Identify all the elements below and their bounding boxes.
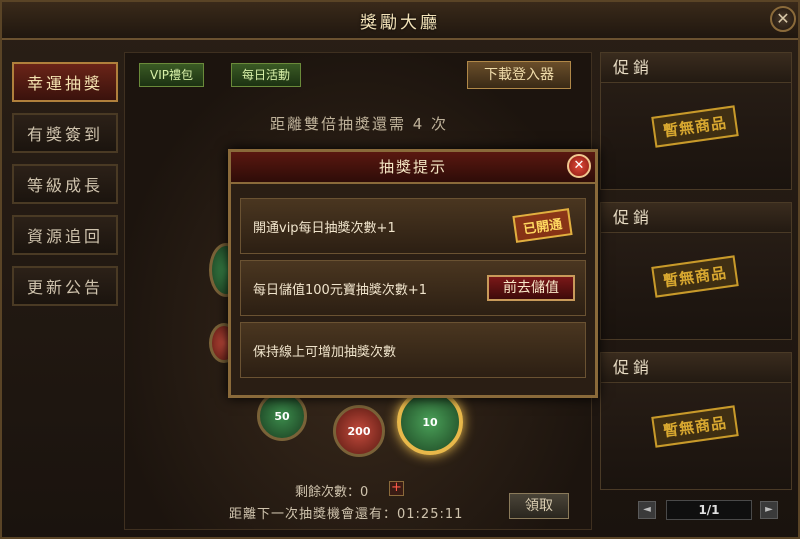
title-bar: 獎勵大廳 ✕ (2, 2, 798, 40)
no-items-stamp: 暫無商品 (651, 255, 739, 298)
sidebar-item-lucky-draw[interactable]: 幸運抽獎 (12, 62, 118, 102)
prize-coin-50: 50 (257, 391, 307, 441)
close-icon[interactable]: ✕ (770, 6, 796, 32)
next-chance-timer: 距離下一次抽獎機會還有：01:25:11 (229, 507, 464, 522)
sidebar-item-update-notice[interactable]: 更新公告 (12, 266, 118, 306)
double-draw-counter: 距離雙倍抽獎還需 4 次 (269, 115, 449, 133)
activated-stamp: 已開通 (512, 208, 573, 243)
prize-coin-200: 200 (333, 405, 385, 457)
reward-hall-window: 獎勵大廳 ✕ 幸運抽獎 有獎簽到 等級成長 資源追回 更新公告 VIP禮包 每日… (0, 0, 800, 539)
sidebar-item-level-growth[interactable]: 等級成長 (12, 164, 118, 204)
vip-gift-button[interactable]: VIP禮包 (139, 63, 204, 87)
tip-text: 開通vip每日抽獎次數+1 (253, 221, 396, 236)
promo-pager: ◄ 1/1 ► (638, 500, 780, 522)
claim-button[interactable]: 領取 (509, 493, 569, 519)
promo-title: 促銷 (601, 203, 791, 233)
no-items-stamp: 暫無商品 (651, 105, 739, 148)
dialog-close-icon[interactable]: ✕ (567, 154, 591, 178)
page-indicator: 1/1 (666, 500, 752, 520)
add-chances-button[interactable]: + (389, 481, 404, 496)
sidebar-item-resource-recovery[interactable]: 資源追回 (12, 215, 118, 255)
promo-block: 促銷 暫無商品 (600, 52, 792, 190)
remaining-count: 剩餘次數：0 (295, 485, 369, 500)
promo-block: 促銷 暫無商品 (600, 202, 792, 340)
tip-row-online: 保持線上可增加抽獎次數 (240, 322, 586, 378)
prev-page-icon[interactable]: ◄ (638, 501, 656, 519)
prize-coin-10-selected: 10 (397, 389, 463, 455)
dialog-title: 抽獎提示 (231, 152, 595, 184)
no-items-stamp: 暫無商品 (651, 405, 739, 448)
promo-title: 促銷 (601, 353, 791, 383)
promo-block: 促銷 暫無商品 (600, 352, 792, 490)
go-recharge-button[interactable]: 前去儲值 (487, 275, 575, 301)
tip-text: 保持線上可增加抽獎次數 (253, 345, 397, 360)
tip-row-recharge: 每日儲值100元寶抽獎次數+1 前去儲值 (240, 260, 586, 316)
sidebar-item-sign-in[interactable]: 有獎簽到 (12, 113, 118, 153)
draw-tips-dialog: 抽獎提示 ✕ 開通vip每日抽獎次數+1 已開通 每日儲值100元寶抽獎次數+1… (228, 149, 598, 398)
window-title: 獎勵大廳 (360, 12, 440, 33)
tip-text: 每日儲值100元寶抽獎次數+1 (253, 283, 427, 298)
sidebar: 幸運抽獎 有獎簽到 等級成長 資源追回 更新公告 (12, 62, 120, 317)
tip-row-vip: 開通vip每日抽獎次數+1 已開通 (240, 198, 586, 254)
promo-title: 促銷 (601, 53, 791, 83)
daily-activity-button[interactable]: 每日活動 (231, 63, 302, 87)
next-page-icon[interactable]: ► (760, 501, 778, 519)
download-launcher-button[interactable]: 下載登入器 (467, 61, 571, 89)
